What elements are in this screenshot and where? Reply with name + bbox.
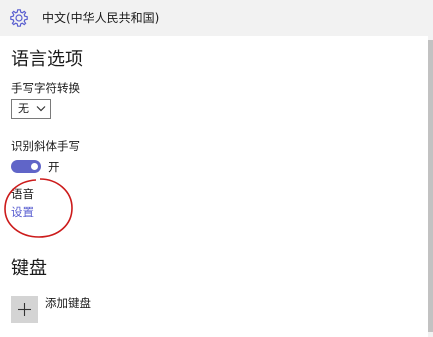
section-title-language-options: 语言选项 (11, 49, 83, 70)
page-header: 中文(中华人民共和国) (0, 0, 433, 36)
gear-icon[interactable] (9, 8, 29, 28)
section-title-keyboard: 键盘 (11, 258, 47, 279)
handwriting-conversion-label: 手写字符转换 (11, 81, 80, 95)
add-keyboard-button[interactable] (11, 296, 38, 323)
italic-recognition-toggle[interactable] (11, 160, 41, 173)
italic-recognition-label: 识别斜体手写 (11, 139, 80, 153)
toggle-knob (31, 163, 38, 170)
scrollbar-thumb[interactable] (428, 40, 433, 332)
handwriting-conversion-dropdown[interactable]: 无 (11, 99, 51, 119)
chevron-down-icon (36, 106, 46, 112)
page-title: 中文(中华人民共和国) (42, 11, 160, 25)
annotation-circle (4, 178, 73, 238)
dropdown-selected-value: 无 (18, 102, 29, 115)
toggle-state-label: 开 (48, 160, 60, 174)
plus-icon (18, 303, 31, 316)
add-keyboard-label[interactable]: 添加键盘 (45, 296, 91, 311)
